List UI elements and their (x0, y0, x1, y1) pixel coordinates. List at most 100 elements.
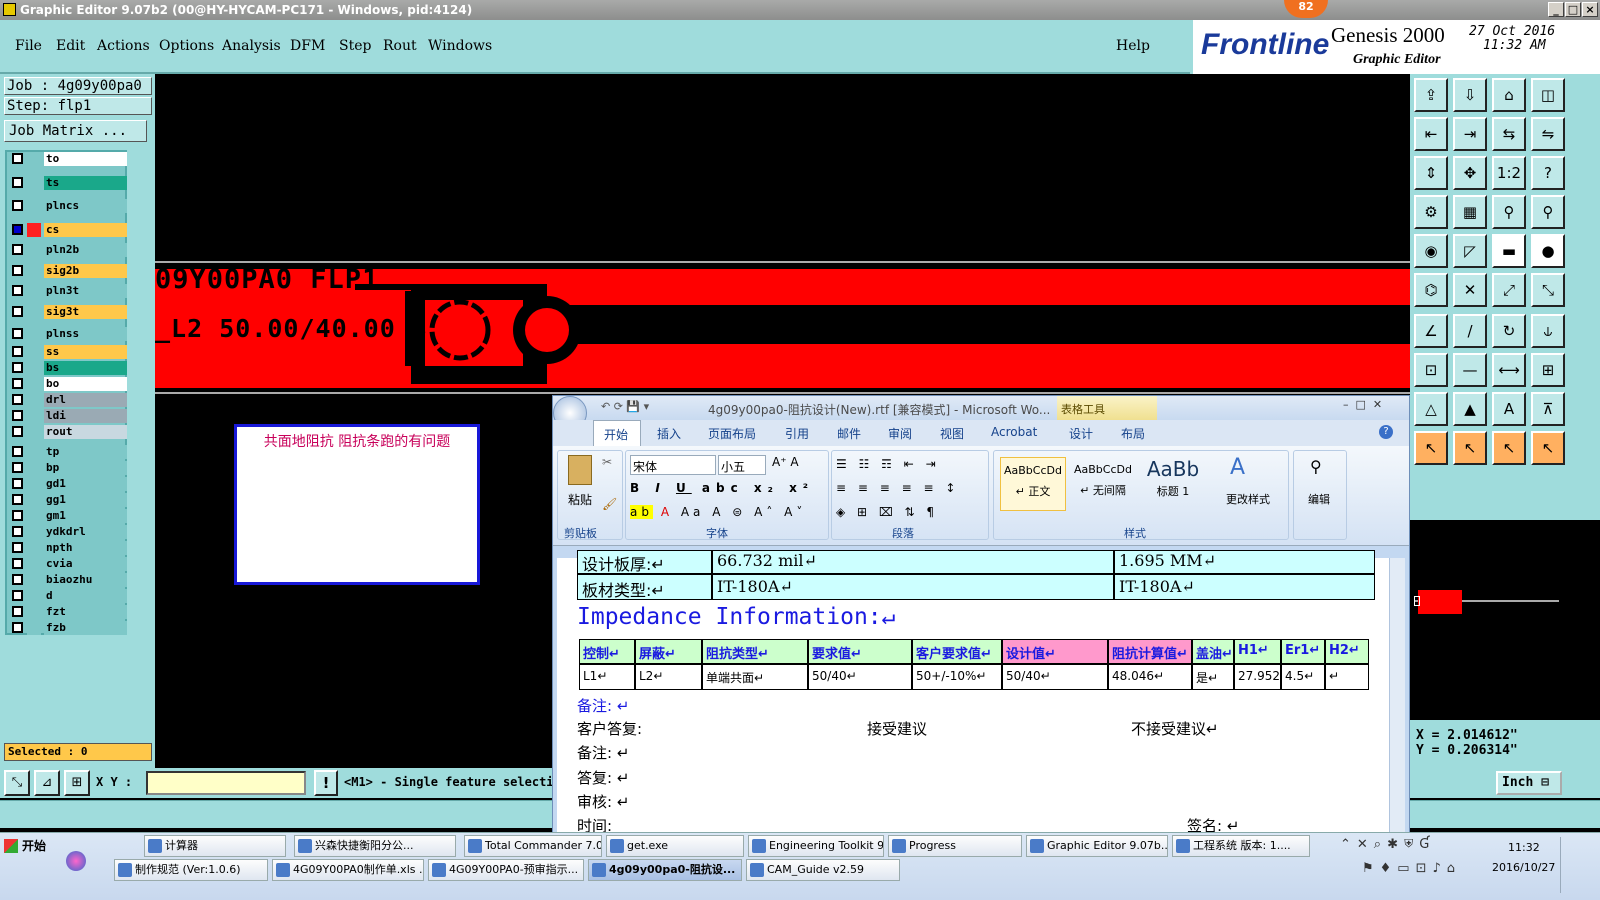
layer-row-25[interactable]: fzt (10, 605, 128, 619)
text-icon[interactable]: A (1492, 392, 1526, 426)
layer-row-19[interactable]: gm1 (10, 509, 128, 523)
layer-checkbox[interactable] (12, 224, 23, 235)
layer-affected-marker[interactable] (27, 223, 41, 237)
move-right-icon[interactable]: ⇥ (1453, 117, 1487, 151)
units-selector[interactable]: Inch ⊟ (1496, 771, 1562, 795)
layer-checkbox[interactable] (12, 153, 23, 164)
impedance-value-cell[interactable]: 4.5↵ (1281, 664, 1325, 690)
help-icon[interactable]: ? (1379, 425, 1393, 439)
layer-affected-marker[interactable] (27, 525, 41, 539)
menu-analysis[interactable]: Analysis (222, 38, 281, 54)
mini-map[interactable] (1410, 520, 1600, 720)
layer-row-24[interactable]: d (10, 589, 128, 603)
bar-icon[interactable]: ▬ (1492, 234, 1526, 268)
minus-icon[interactable]: — (1453, 353, 1487, 387)
font-tools-icons[interactable]: A⁺ A (772, 455, 799, 469)
zoom-icon[interactable]: ⚲ (1492, 195, 1526, 229)
layer-affected-marker[interactable] (27, 605, 41, 619)
show-desktop-button[interactable] (1560, 837, 1596, 893)
quick-access-icons[interactable]: ↶ ⟳ 💾 ▾ (601, 400, 649, 413)
paste-icon[interactable] (568, 455, 592, 485)
paste-label[interactable]: 粘贴 (568, 491, 592, 508)
impedance-value-cell[interactable]: 48.046↵ (1108, 664, 1192, 690)
select2-icon[interactable]: ↖ (1453, 431, 1487, 465)
impedance-value-cell[interactable]: 50/40↵ (808, 664, 912, 690)
style-no-spacing[interactable]: AaBbCcDd ↵ 无间隔 (1070, 457, 1136, 511)
layer-name[interactable]: fzb (44, 621, 127, 635)
measure-icon[interactable]: ⊿ (34, 770, 60, 796)
layer-checkbox[interactable] (12, 265, 23, 276)
line-icon[interactable]: ⤡ (1531, 273, 1565, 307)
layer-row-26[interactable]: fzb (10, 621, 128, 635)
layer-checkbox[interactable] (12, 494, 23, 505)
zoom2-icon[interactable]: ⚲ (1531, 195, 1565, 229)
taskbar-button[interactable]: 工程系统 版本: 1.... (1172, 835, 1310, 857)
layer-checkbox[interactable] (12, 177, 23, 188)
minimize-button[interactable]: _ (1548, 2, 1564, 17)
layer-row-11[interactable]: bo (10, 377, 128, 391)
layer-checkbox[interactable] (12, 244, 23, 255)
menu-rout[interactable]: Rout (383, 38, 417, 54)
swap-icon[interactable]: ⇆ (1492, 117, 1526, 151)
layer-checkbox[interactable] (12, 622, 23, 633)
layer-checkbox[interactable] (12, 328, 23, 339)
taskbar-button[interactable]: 4G09Y00PA0制作单.xls ... (272, 859, 424, 881)
layer-name[interactable]: sig3t (44, 305, 127, 319)
taskbar-button[interactable]: Graphic Editor 9.07b... (1026, 835, 1168, 857)
binoculars-icon[interactable]: ⚲ (1310, 457, 1322, 476)
menu-windows[interactable]: Windows (428, 38, 492, 54)
layer-name[interactable]: gd1 (44, 477, 127, 491)
home-icon[interactable]: ⌂ (1492, 78, 1526, 112)
layer-affected-marker[interactable] (27, 621, 41, 635)
taskbar-button[interactable]: Engineering Toolkit 9.... (748, 835, 884, 857)
taskbar-button[interactable]: Total Commander 7.0... (464, 835, 602, 857)
tab-insert[interactable]: 插入 (657, 425, 681, 442)
layer-checkbox[interactable] (12, 478, 23, 489)
tab-references[interactable]: 引用 (785, 425, 809, 442)
layer-checkbox[interactable] (12, 462, 23, 473)
layer-checkbox[interactable] (12, 542, 23, 553)
layer-name[interactable]: drl (44, 393, 127, 407)
target-icon[interactable]: ◉ (1414, 234, 1448, 268)
impedance-value-cell[interactable]: L1↵ (579, 664, 635, 690)
layer-affected-marker[interactable] (27, 557, 41, 571)
layer-name[interactable]: fzt (44, 605, 127, 619)
dot-icon[interactable]: ● (1531, 234, 1565, 268)
layer-checkbox[interactable] (12, 200, 23, 211)
layer-name[interactable]: d (44, 589, 127, 603)
layer-affected-marker[interactable] (27, 445, 41, 459)
impedance-value-cell[interactable]: ↵ (1325, 664, 1369, 690)
impedance-value-cell[interactable]: 50/40↵ (1002, 664, 1108, 690)
format-painter-icon[interactable]: 🖌 (602, 497, 617, 511)
layer-name[interactable]: npth (44, 541, 127, 555)
layer-affected-marker[interactable] (27, 425, 41, 439)
layer-row-8[interactable]: plnss (10, 327, 128, 341)
clock-time[interactable]: 11:32 (1508, 841, 1540, 854)
layer-affected-marker[interactable] (27, 393, 41, 407)
taskbar-button[interactable]: 兴森快捷衡阳分公... (294, 835, 456, 857)
step-up-icon[interactable]: ⇪ (1414, 78, 1448, 112)
ratio-icon[interactable]: 1:2 (1492, 156, 1526, 190)
menu-actions[interactable]: Actions (97, 38, 150, 54)
tab-layout[interactable]: 页面布局 (708, 425, 756, 442)
font-size-select[interactable]: 小五 (718, 455, 766, 475)
layer-name[interactable]: pln2b (44, 243, 127, 257)
layer-checkbox[interactable] (12, 558, 23, 569)
layer-affected-marker[interactable] (27, 176, 41, 190)
xy-input[interactable] (146, 771, 306, 795)
layer-row-18[interactable]: gg1 (10, 493, 128, 507)
help-icon[interactable]: ? (1531, 156, 1565, 190)
alert-icon[interactable]: ! (314, 770, 338, 796)
group-icon[interactable]: ⊞ (1531, 353, 1565, 387)
menu-help[interactable]: Help (1116, 38, 1150, 54)
zoom-window-icon[interactable]: ⤡ (4, 770, 30, 796)
layer-checkbox[interactable] (12, 526, 23, 537)
tab-acrobat[interactable]: Acrobat (991, 425, 1037, 439)
tab-view[interactable]: 视图 (940, 425, 964, 442)
layer-affected-marker[interactable] (27, 589, 41, 603)
taskbar-button[interactable]: 4G09Y00PA0-预审指示... (428, 859, 584, 881)
tab-home[interactable]: 开始 (593, 420, 641, 446)
layer-affected-marker[interactable] (27, 327, 41, 341)
layer-row-6[interactable]: pln3t (10, 284, 128, 298)
layer-checkbox[interactable] (12, 378, 23, 389)
